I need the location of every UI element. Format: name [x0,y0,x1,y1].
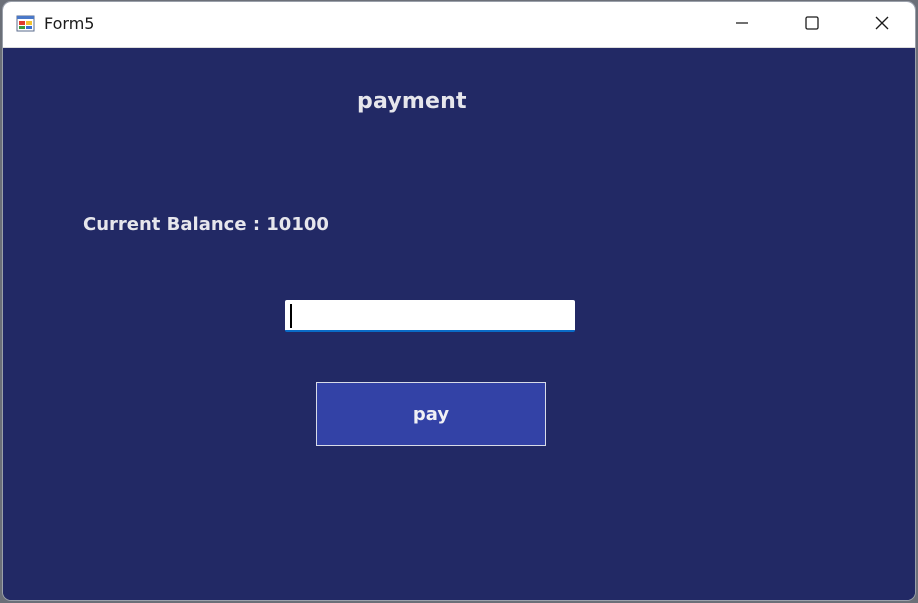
amount-input[interactable] [285,300,575,332]
current-balance-label: Current Balance : 10100 [83,214,329,235]
close-button[interactable] [847,2,915,47]
pay-button[interactable]: pay [316,382,546,446]
window-title: Form5 [44,14,95,33]
form-client-area: payment Current Balance : 10100 pay [3,48,915,600]
minimize-icon [734,15,750,35]
title-bar[interactable]: Form5 [3,2,915,48]
maximize-icon [804,15,820,35]
maximize-button[interactable] [777,2,847,47]
close-icon [874,15,890,35]
app-form-icon[interactable] [16,13,36,33]
page-title: payment [357,89,467,114]
app-window: Form5 payment Current Balance: 10100 pa… [3,2,915,600]
text-caret [290,304,292,328]
minimize-button[interactable] [707,2,777,47]
